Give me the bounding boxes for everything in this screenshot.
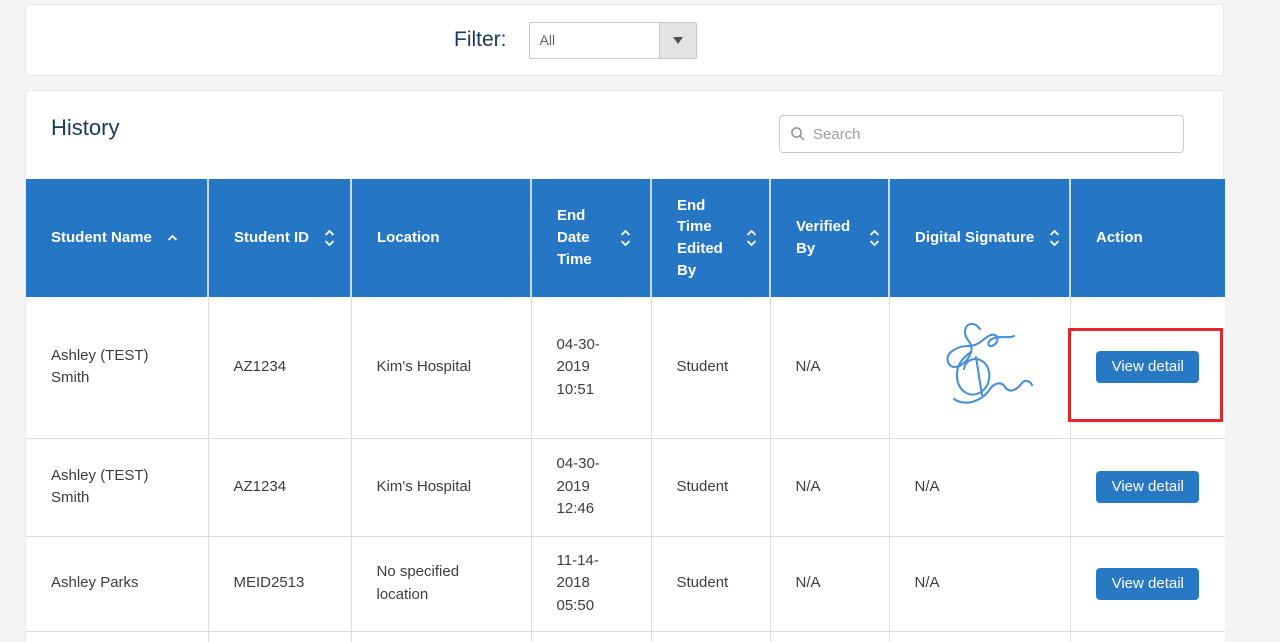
col-header-end-date-time[interactable]: End Date Time xyxy=(531,179,651,297)
cell-end-date-time: 04-30-2019 10:51 xyxy=(531,297,651,438)
col-header-verified-by[interactable]: Verified By xyxy=(770,179,889,297)
filter-label: Filter: xyxy=(454,28,507,52)
search-box[interactable] xyxy=(779,115,1184,153)
cell-digital-signature xyxy=(889,297,1070,438)
col-header-end-time-edited-by[interactable]: End Time Edited By xyxy=(651,179,770,297)
cell-end-date-time: 11-14-2018 05:50 xyxy=(531,536,651,631)
cell-digital-signature: N/A xyxy=(889,438,1070,536)
cell-end-time-edited-by: Student xyxy=(651,536,770,631)
page: Filter: All History xyxy=(0,0,1280,642)
cell-action: View detail xyxy=(1070,438,1225,536)
cell-verified-by: N/A xyxy=(770,297,889,438)
table-row: Ashley (TEST) Smith AZ1234 Kim's Hospita… xyxy=(26,438,1225,536)
col-header-student-name[interactable]: Student Name xyxy=(26,179,208,297)
cell-student-name: Ashley (TEST) Smith xyxy=(26,438,208,536)
cell-digital-signature: N/A xyxy=(889,536,1070,631)
cell-student-name: Ashley Parks xyxy=(26,536,208,631)
cell-end-time-edited-by: Student xyxy=(651,297,770,438)
search-input[interactable] xyxy=(813,126,1173,143)
cell-location: Kim's Hospital xyxy=(351,438,531,536)
sort-asc-icon xyxy=(167,229,178,247)
table-row: Ashley Parks MEID2513 No specified locat… xyxy=(26,536,1225,631)
page-title: History xyxy=(51,115,119,141)
cell-location: Kim's Hospital xyxy=(351,297,531,438)
view-detail-button[interactable]: View detail xyxy=(1096,568,1199,600)
sort-icon xyxy=(1049,229,1060,247)
history-table: Student Name Student ID xyxy=(26,179,1225,642)
col-header-student-id[interactable]: Student ID xyxy=(208,179,351,297)
col-header-digital-signature[interactable]: Digital Signature xyxy=(889,179,1070,297)
sort-icon xyxy=(620,229,631,247)
table-row xyxy=(26,631,1225,642)
dropdown-arrow-button[interactable] xyxy=(659,23,696,58)
history-card: History Student Name xyxy=(25,90,1224,642)
cell-student-id: AZ1234 xyxy=(208,438,351,536)
view-detail-button[interactable]: View detail xyxy=(1096,471,1199,503)
cell-location: No specified location xyxy=(351,536,531,631)
cell-student-id: AZ1234 xyxy=(208,297,351,438)
handwritten-signature-image xyxy=(924,315,1036,413)
sort-icon xyxy=(324,229,335,247)
filter-dropdown-value: All xyxy=(530,23,659,58)
search-icon xyxy=(790,126,806,142)
view-detail-button[interactable]: View detail xyxy=(1096,351,1199,383)
col-header-action: Action xyxy=(1070,179,1225,297)
cell-student-name: Ashley (TEST) Smith xyxy=(26,297,208,438)
table-row: Ashley (TEST) Smith AZ1234 Kim's Hospita… xyxy=(26,297,1225,438)
cell-action: View detail xyxy=(1070,297,1225,438)
sort-icon xyxy=(869,229,880,247)
sort-icon xyxy=(746,229,757,247)
col-header-location[interactable]: Location xyxy=(351,179,531,297)
cell-verified-by: N/A xyxy=(770,536,889,631)
cell-end-time-edited-by: Student xyxy=(651,438,770,536)
filter-card: Filter: All xyxy=(25,4,1224,76)
cell-verified-by: N/A xyxy=(770,438,889,536)
cell-action: View detail xyxy=(1070,536,1225,631)
history-header: History xyxy=(26,91,1223,179)
table-header-row: Student Name Student ID xyxy=(26,179,1225,297)
filter-dropdown[interactable]: All xyxy=(529,22,697,59)
cell-end-date-time: 04-30-2019 12:46 xyxy=(531,438,651,536)
cell-student-id: MEID2513 xyxy=(208,536,351,631)
chevron-down-icon xyxy=(673,37,683,44)
